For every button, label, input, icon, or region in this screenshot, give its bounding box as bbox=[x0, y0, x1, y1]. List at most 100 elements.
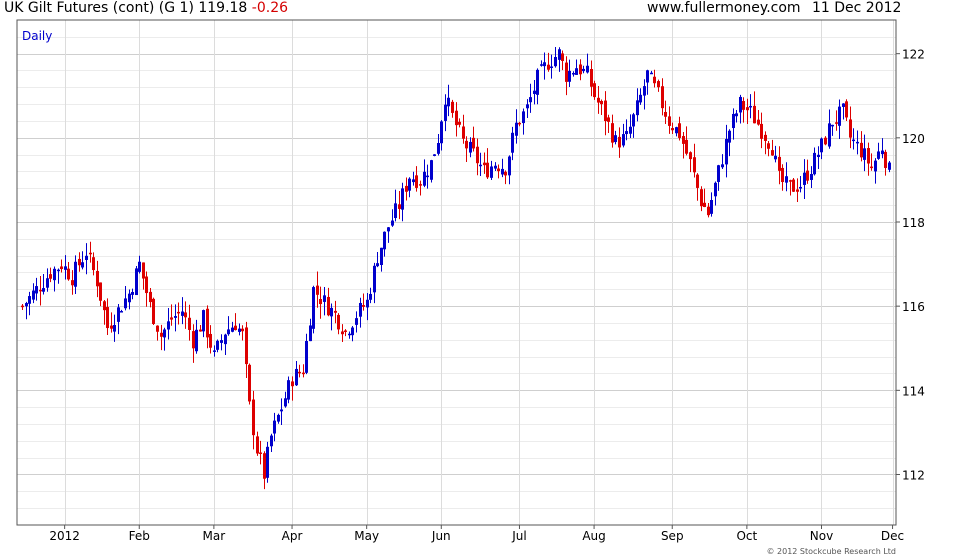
candle-body bbox=[295, 368, 298, 386]
candle-body bbox=[64, 266, 67, 270]
candle-body bbox=[792, 179, 795, 192]
candle-body bbox=[760, 123, 763, 139]
candle-body bbox=[117, 307, 120, 322]
candle-body bbox=[433, 154, 436, 156]
candle-body bbox=[60, 266, 63, 270]
candle-body bbox=[256, 436, 259, 454]
candle-body bbox=[81, 262, 84, 268]
candle-body bbox=[287, 380, 290, 400]
candle-body bbox=[714, 182, 717, 197]
candle-body bbox=[693, 157, 696, 173]
y-tick-label: 122 bbox=[902, 48, 925, 62]
candle-body bbox=[138, 261, 141, 272]
candle-body bbox=[405, 185, 408, 192]
candle-body bbox=[543, 62, 546, 67]
candle-body bbox=[835, 122, 838, 124]
candle-body bbox=[309, 325, 312, 342]
candle-body bbox=[664, 111, 667, 117]
candle-body bbox=[494, 165, 497, 169]
candle-body bbox=[863, 148, 866, 160]
candle-body bbox=[124, 298, 127, 309]
candle-body bbox=[703, 202, 706, 208]
candle-body bbox=[707, 206, 710, 216]
candle-body bbox=[89, 252, 92, 255]
candle-body bbox=[160, 332, 163, 337]
candle-body bbox=[39, 289, 42, 292]
candle-body bbox=[725, 138, 728, 165]
candle-body bbox=[874, 160, 877, 172]
candle-body bbox=[817, 154, 820, 158]
candle-body bbox=[74, 261, 77, 287]
candle-body bbox=[515, 122, 518, 136]
candle-body bbox=[735, 113, 738, 117]
candle-body bbox=[700, 189, 703, 207]
x-tick-label: Jun bbox=[431, 529, 451, 543]
candle-body bbox=[533, 90, 536, 94]
candle-body bbox=[710, 199, 713, 214]
candle-body bbox=[469, 141, 472, 153]
candle-body bbox=[536, 69, 539, 95]
candle-body bbox=[579, 64, 582, 75]
candle-body bbox=[451, 101, 454, 113]
candle-body bbox=[241, 328, 244, 332]
candle-body bbox=[376, 263, 379, 267]
candle-body bbox=[96, 270, 99, 287]
candle-body bbox=[483, 162, 486, 166]
candle-body bbox=[685, 139, 688, 154]
candle-body bbox=[749, 105, 752, 108]
candle-body bbox=[650, 72, 653, 75]
candle-body bbox=[78, 258, 81, 266]
candle-body bbox=[25, 303, 28, 307]
candle-body bbox=[216, 340, 219, 350]
candle-body bbox=[57, 269, 60, 272]
candle-body bbox=[373, 265, 376, 293]
candle-body bbox=[561, 53, 564, 61]
x-tick-label: Aug bbox=[582, 529, 605, 543]
candle-body bbox=[746, 107, 749, 111]
x-tick-label: Nov bbox=[810, 529, 833, 543]
candle-body bbox=[412, 179, 415, 183]
candle-body bbox=[220, 340, 223, 343]
candle-body bbox=[277, 414, 280, 422]
candle-body bbox=[252, 399, 255, 436]
candle-body bbox=[199, 329, 202, 332]
candle-body bbox=[593, 83, 596, 98]
candle-body bbox=[689, 152, 692, 160]
candle-body bbox=[675, 127, 678, 134]
candle-body bbox=[383, 231, 386, 250]
candle-body bbox=[245, 327, 248, 365]
candle-body bbox=[391, 220, 394, 226]
candle-body bbox=[106, 307, 109, 329]
candle-body bbox=[430, 160, 433, 180]
x-tick-label: Mar bbox=[203, 529, 226, 543]
candle-body bbox=[771, 150, 774, 156]
candle-body bbox=[248, 364, 251, 402]
candle-body bbox=[32, 290, 35, 300]
candle-body bbox=[67, 268, 70, 280]
candle-body bbox=[188, 317, 191, 330]
candle-body bbox=[21, 305, 24, 308]
candle-body bbox=[757, 119, 760, 125]
candle-body bbox=[565, 62, 568, 82]
y-tick-label: 116 bbox=[902, 300, 925, 314]
candle-body bbox=[717, 165, 720, 182]
candle-body bbox=[547, 64, 550, 70]
candle-body bbox=[224, 334, 227, 345]
candle-body bbox=[867, 148, 870, 164]
candle-body bbox=[518, 122, 521, 125]
candle-body bbox=[742, 101, 745, 110]
candle-body bbox=[270, 435, 273, 447]
candle-body bbox=[319, 299, 322, 305]
candle-body bbox=[440, 121, 443, 144]
candle-body bbox=[174, 316, 177, 318]
y-tick-label: 112 bbox=[902, 469, 925, 483]
candle-body bbox=[149, 291, 152, 303]
candle-body bbox=[163, 329, 166, 338]
candle-body bbox=[53, 268, 56, 281]
candle-body bbox=[110, 325, 113, 329]
candle-body bbox=[120, 311, 123, 313]
candle-body bbox=[838, 106, 841, 126]
candle-body bbox=[99, 282, 102, 301]
candle-body bbox=[813, 152, 816, 175]
candle-body bbox=[355, 318, 358, 325]
